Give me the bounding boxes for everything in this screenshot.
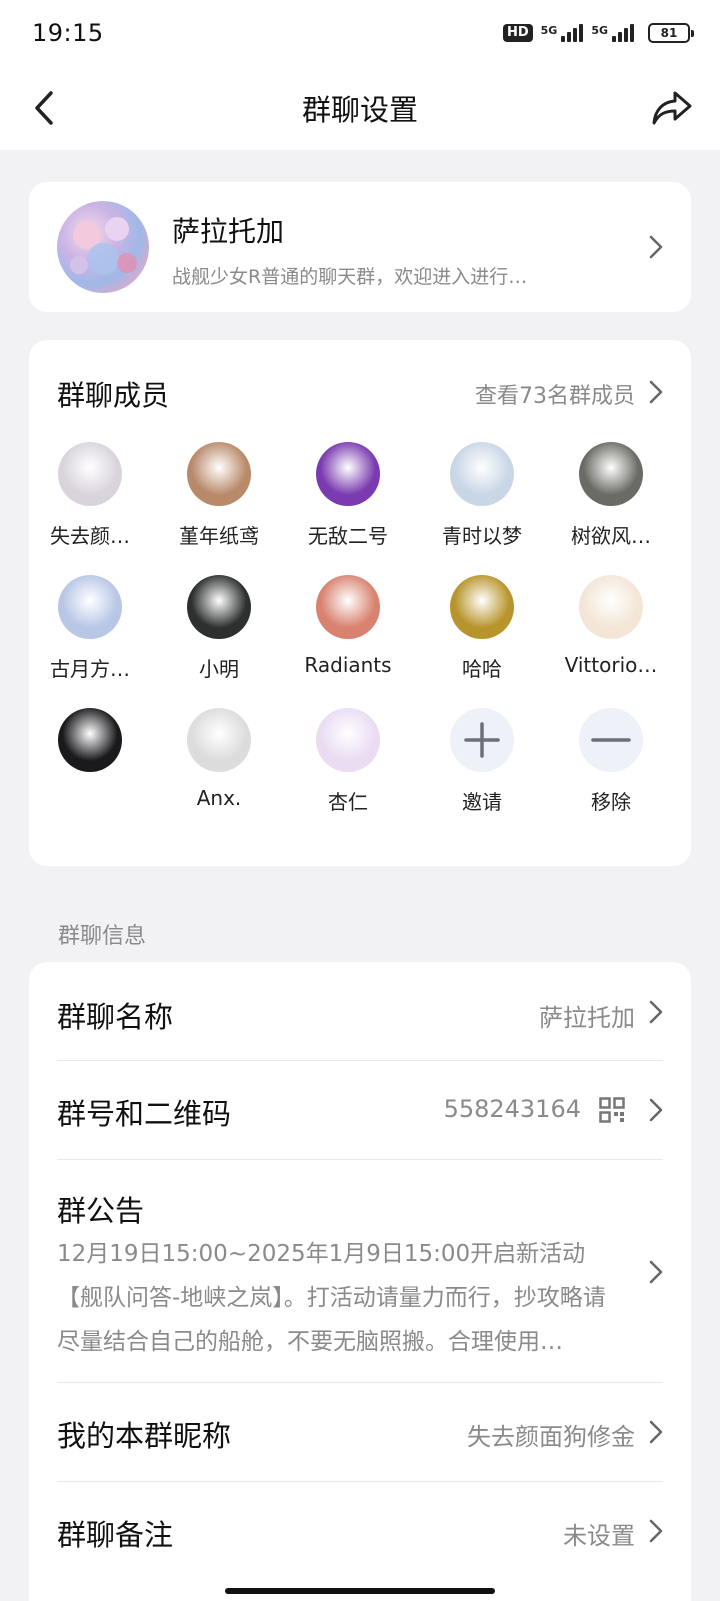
member-avatar	[58, 442, 122, 506]
member-name: 堇年纸鸢	[179, 524, 259, 548]
member-item[interactable]: 失去颜…	[35, 442, 145, 549]
member-avatar	[187, 708, 251, 772]
chevron-right-icon	[649, 1000, 663, 1024]
signal-icon-2: 5G	[591, 24, 634, 42]
back-button[interactable]	[24, 86, 64, 130]
group-remark-row[interactable]: 群聊备注 未设置	[57, 1482, 663, 1580]
member-avatar	[316, 442, 380, 506]
view-all-members-link[interactable]: 查看73名群成员	[475, 378, 635, 410]
member-avatar	[450, 575, 514, 639]
status-bar: 19:15 HD 5G 5G 81	[0, 0, 720, 66]
member-avatar	[187, 442, 251, 506]
member-avatar	[58, 708, 122, 772]
member-item[interactable]: Anx.	[164, 708, 274, 810]
member-avatar	[316, 708, 380, 772]
members-title: 群聊成员	[57, 379, 170, 412]
member-item[interactable]: 堇年纸鸢	[164, 442, 274, 549]
battery-level: 81	[660, 26, 678, 40]
group-members-card: 群聊成员 查看73名群成员 失去颜… 堇年纸鸢 无敌二号 青时以梦 树欲风… 古月方… 小明…	[29, 340, 691, 866]
member-avatar	[187, 575, 251, 639]
hd-icon: HD	[502, 24, 533, 42]
group-profile-card[interactable]: 萨拉托加 战舰少女R普通的聊天群，欢迎进入进行…	[29, 182, 691, 312]
group-id-value: 558243164	[443, 1095, 581, 1123]
remove-label: 移除	[591, 790, 631, 814]
status-icons: HD 5G 5G 81	[502, 23, 694, 43]
member-name: 无敌二号	[308, 524, 388, 548]
member-avatar	[58, 575, 122, 639]
group-remark-value: 未设置	[563, 1522, 635, 1550]
member-item[interactable]: 小明	[164, 575, 274, 682]
member-item[interactable]: 杏仁	[293, 708, 403, 815]
my-nickname-value: 失去颜面狗修金	[467, 1423, 635, 1451]
member-item[interactable]: 树欲风…	[556, 442, 666, 549]
invite-member-button[interactable]: 邀请	[427, 708, 537, 815]
network-type-label-2: 5G	[591, 24, 608, 37]
member-avatar	[579, 442, 643, 506]
home-indicator[interactable]	[225, 1588, 495, 1594]
chevron-right-icon	[649, 1260, 663, 1284]
chevron-left-icon	[35, 91, 53, 125]
group-id-qrcode-row[interactable]: 群号和二维码 558243164	[57, 1061, 663, 1159]
member-name: 杏仁	[328, 790, 368, 814]
member-item[interactable]: 青时以梦	[427, 442, 537, 549]
signal-icon: 5G	[541, 24, 584, 42]
page-title: 群聊设置	[301, 93, 418, 127]
group-description: 战舰少女R普通的聊天群，欢迎进入进行…	[172, 266, 528, 288]
minus-icon	[579, 708, 643, 772]
member-name: 树欲风…	[571, 524, 651, 548]
member-item[interactable]: Vittorio…	[556, 575, 666, 677]
chevron-right-icon	[649, 1098, 663, 1122]
plus-icon	[450, 708, 514, 772]
group-remark-label: 群聊备注	[57, 1518, 174, 1552]
member-name: 哈哈	[462, 657, 502, 681]
group-name-row[interactable]: 群聊名称 萨拉托加	[57, 962, 663, 1060]
member-name: 小明	[199, 657, 239, 681]
network-type-label: 5G	[540, 24, 558, 37]
member-item[interactable]: 哈哈	[427, 575, 537, 682]
chevron-right-icon	[649, 380, 663, 404]
member-item[interactable]: 无敌二号	[293, 442, 403, 549]
chevron-right-icon	[649, 235, 663, 259]
remove-member-button[interactable]: 移除	[556, 708, 666, 815]
member-item[interactable]: Radiants	[293, 575, 403, 677]
group-notice-row[interactable]: 群公告 12月19日15:00~2025年1月9日15:00开启新活动【舰队问答…	[57, 1160, 663, 1382]
share-button[interactable]	[648, 84, 696, 132]
group-avatar	[57, 201, 149, 293]
group-name-value: 萨拉托加	[539, 1004, 635, 1032]
group-notice-text: 12月19日15:00~2025年1月9日15:00开启新活动【舰队问答-地峡之…	[57, 1241, 606, 1355]
member-avatar	[450, 442, 514, 506]
member-item[interactable]	[35, 708, 145, 786]
invite-label: 邀请	[462, 790, 502, 814]
member-avatar	[316, 575, 380, 639]
chevron-right-icon	[649, 1420, 663, 1444]
member-name: 青时以梦	[442, 524, 522, 548]
nav-header: 群聊设置	[0, 66, 720, 150]
member-name: 古月方…	[50, 657, 130, 681]
group-notice-label: 群公告	[57, 1194, 145, 1228]
my-group-nickname-row[interactable]: 我的本群昵称 失去颜面狗修金	[57, 1383, 663, 1481]
chevron-right-icon	[649, 1519, 663, 1543]
member-item[interactable]: 古月方…	[35, 575, 145, 682]
member-name: Anx.	[196, 786, 242, 810]
section-title-group-info: 群聊信息	[58, 924, 147, 949]
status-time: 19:15	[32, 19, 104, 47]
my-nickname-label: 我的本群昵称	[57, 1419, 232, 1453]
group-name: 萨拉托加	[172, 215, 285, 248]
battery-icon: 81	[648, 23, 694, 43]
member-name: 失去颜…	[50, 524, 130, 548]
member-name: Vittorio…	[564, 653, 658, 677]
group-id-label: 群号和二维码	[57, 1097, 232, 1131]
member-avatar	[579, 575, 643, 639]
group-info-card: 群聊名称 萨拉托加 群号和二维码 558243164 群公告 12月19日15:…	[29, 962, 691, 1601]
qrcode-icon	[599, 1097, 625, 1123]
member-name: Radiants	[304, 653, 392, 677]
share-arrow-icon	[652, 91, 692, 125]
group-name-label: 群聊名称	[57, 1000, 174, 1034]
